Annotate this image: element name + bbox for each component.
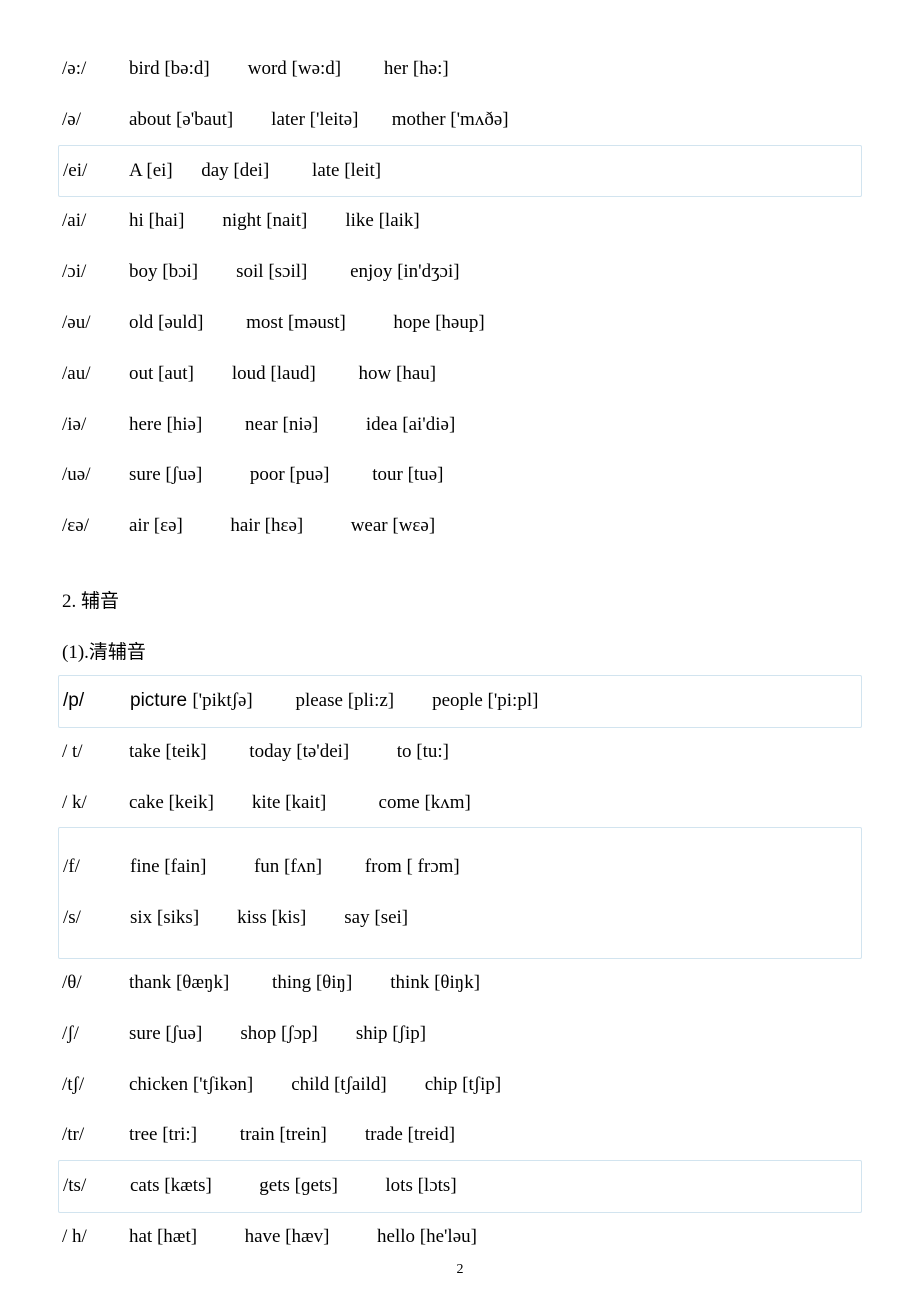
rows1-row: /ɛə/ air [ɛə] hair [hɛə] wear [wɛə] <box>62 501 858 552</box>
examples: tree [tri:] train [trein] trade [treid] <box>129 1124 455 1145</box>
examples: here [hiə] near [niə] idea [ai'diə] <box>129 414 455 435</box>
phoneme-symbol: /ʃ/ <box>62 1023 110 1046</box>
examples: chicken ['tʃikən] child [tʃaild] chip [t… <box>129 1074 501 1095</box>
examples: hat [hæt] have [hæv] hello [he'ləu] <box>129 1226 477 1247</box>
phoneme-symbol: /p/ <box>63 690 111 713</box>
rows1-row: /ɔi/ boy [bɔi] soil [sɔil] enjoy [in'dʒɔ… <box>62 247 858 298</box>
example-word: picture <box>130 690 192 711</box>
examples: sure [ʃuə] shop [ʃɔp] ship [ʃip] <box>129 1023 426 1044</box>
section-heading-consonants: 2. 辅音 <box>62 574 858 625</box>
phoneme-symbol: /ei/ <box>63 160 111 183</box>
consonant-list: /p/ picture ['piktʃə] please [pli:z] peo… <box>62 675 858 1263</box>
rows1-row: /au/ out [aut] loud [laud] how [hau] <box>62 349 858 400</box>
phoneme-symbol: / h/ <box>62 1226 110 1249</box>
examples: sure [ʃuə] poor [puə] tour [tuə] <box>129 464 443 485</box>
phoneme-symbol: /ɔi/ <box>62 261 110 284</box>
rows2-row: /ts/ cats [kæts] gets [ɡets] lots [lɔts] <box>58 1160 862 1213</box>
vowel-list: /ə:/ bird [bə:d] word [wə:d] her [hə:]/ə… <box>62 44 858 552</box>
rows2-row: / k/ cake [keik] kite [kait] come [kʌm] <box>62 778 858 829</box>
phoneme-symbol: /əu/ <box>62 312 110 335</box>
subsection-heading-voiceless: (1).清辅音 <box>62 625 858 676</box>
rows1-row: /ə/ about [ə'baut] later ['leitə] mother… <box>62 95 858 146</box>
examples: old [əuld] most [məust] hope [həup] <box>129 312 485 333</box>
rows2-row: /tʃ/ chicken ['tʃikən] child [tʃaild] ch… <box>62 1060 858 1111</box>
rows2-row: /f/ fine [fain] fun [fʌn] from [ frɔm] <box>63 842 857 893</box>
phoneme-symbol: /iə/ <box>62 414 110 437</box>
examples: air [ɛə] hair [hɛə] wear [wɛə] <box>129 515 435 536</box>
phoneme-symbol: /ai/ <box>62 210 110 233</box>
rows1-row: /ei/ A [ei] day [dei] late [leit] <box>58 145 862 198</box>
examples: thank [θæŋk] thing [θiŋ] think [θiŋk] <box>129 972 480 993</box>
rows2-row: /θ/ thank [θæŋk] thing [θiŋ] think [θiŋk… <box>62 958 858 1009</box>
phoneme-symbol: /tr/ <box>62 1124 110 1147</box>
phoneme-symbol: / k/ <box>62 792 110 815</box>
phoneme-symbol: /ə:/ <box>62 58 110 81</box>
examples: cake [keik] kite [kait] come [kʌm] <box>129 792 471 813</box>
examples: six [siks] kiss [kis] say [sei] <box>130 907 408 928</box>
page-number: 2 <box>0 1262 920 1278</box>
phoneme-symbol: /ə/ <box>62 109 110 132</box>
examples: A [ei] day [dei] late [leit] <box>129 160 381 181</box>
rows1-row: /uə/ sure [ʃuə] poor [puə] tour [tuə] <box>62 450 858 501</box>
phoneme-symbol: /θ/ <box>62 972 110 995</box>
rows1-row: /iə/ here [hiə] near [niə] idea [ai'diə] <box>62 400 858 451</box>
phoneme-symbol: /au/ <box>62 363 110 386</box>
phoneme-symbol: /ɛə/ <box>62 515 110 538</box>
examples: hi [hai] night [nait] like [laik] <box>129 210 420 231</box>
example-ipa: ['piktʃə] <box>192 690 252 711</box>
phoneme-symbol: / t/ <box>62 741 110 764</box>
rows2-row: /tr/ tree [tri:] train [trein] trade [tr… <box>62 1110 858 1161</box>
rows2-row: / h/ hat [hæt] have [hæv] hello [he'ləu] <box>62 1212 858 1263</box>
rows2-row: /s/ six [siks] kiss [kis] say [sei] <box>63 893 857 944</box>
rows1-row: /ai/ hi [hai] night [nait] like [laik] <box>62 196 858 247</box>
example-rest: please [pli:z] people ['pi:pl] <box>253 690 539 711</box>
rows2-row: /p/ picture ['piktʃə] please [pli:z] peo… <box>58 675 862 728</box>
examples: bird [bə:d] word [wə:d] her [hə:] <box>129 58 449 79</box>
examples: boy [bɔi] soil [sɔil] enjoy [in'dʒɔi] <box>129 261 460 282</box>
document-page: /ə:/ bird [bə:d] word [wə:d] her [hə:]/ə… <box>0 0 920 1302</box>
rows1-row: /ə:/ bird [bə:d] word [wə:d] her [hə:] <box>62 44 858 95</box>
phoneme-symbol: /uə/ <box>62 464 110 487</box>
rows2-row: / t/ take [teik] today [tə'dei] to [tu:] <box>62 727 858 778</box>
examples: out [aut] loud [laud] how [hau] <box>129 363 436 384</box>
phoneme-symbol: /s/ <box>63 907 111 930</box>
examples: cats [kæts] gets [ɡets] lots [lɔts] <box>130 1175 457 1196</box>
phoneme-symbol: /tʃ/ <box>62 1074 110 1097</box>
examples: take [teik] today [tə'dei] to [tu:] <box>129 741 449 762</box>
examples: about [ə'baut] later ['leitə] mother ['m… <box>129 109 509 130</box>
boxed-group: /f/ fine [fain] fun [fʌn] from [ frɔm]/s… <box>58 827 862 959</box>
rows1-row: /əu/ old [əuld] most [məust] hope [həup] <box>62 298 858 349</box>
phoneme-symbol: /f/ <box>63 856 111 879</box>
rows2-row: /ʃ/ sure [ʃuə] shop [ʃɔp] ship [ʃip] <box>62 1009 858 1060</box>
examples: fine [fain] fun [fʌn] from [ frɔm] <box>130 856 460 877</box>
phoneme-symbol: /ts/ <box>63 1175 111 1198</box>
